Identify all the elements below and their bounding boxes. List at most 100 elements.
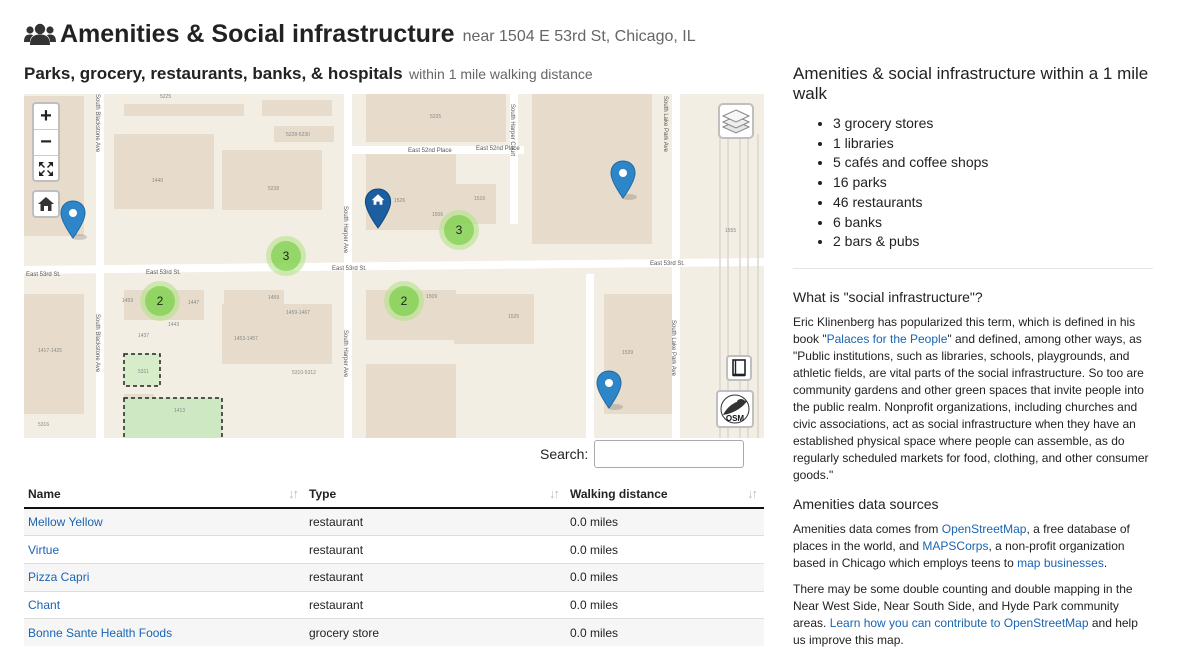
palaces-link[interactable]: Palaces for the People	[827, 332, 948, 346]
building-number: 5225	[430, 114, 441, 120]
street-label: East 53rd St.	[332, 266, 367, 272]
sources-heading: Amenities data sources	[793, 495, 939, 512]
zoom-in-button[interactable]: +	[34, 104, 58, 130]
cell-distance: 0.0 miles	[566, 618, 764, 647]
mapscorps-link[interactable]: MAPSCorps	[922, 539, 988, 553]
layers-button[interactable]	[718, 103, 754, 139]
street-label: South Harper Court	[509, 104, 515, 156]
marker-cluster[interactable]: 2	[384, 281, 424, 321]
column-header-type[interactable]: Type ↓↑	[305, 478, 566, 509]
column-header-name[interactable]: Name ↓↑	[24, 478, 305, 509]
search-input[interactable]	[594, 440, 745, 468]
page-title: Amenities & Social infrastructure	[60, 19, 455, 48]
list-item: 3 grocery stores	[833, 114, 1153, 134]
building-number: 1516	[474, 196, 485, 202]
zoom-controls: + −	[32, 102, 60, 182]
sort-icon: ↓↑	[747, 486, 758, 501]
cell-type: restaurant	[305, 562, 566, 592]
marker-cluster[interactable]: 3	[439, 210, 479, 250]
sidebar-heading: Amenities & social infrastructure within…	[793, 64, 1149, 103]
cell-type: restaurant	[305, 507, 566, 536]
street-label: South Blackstone Ave	[94, 94, 100, 153]
map-businesses-link[interactable]: map businesses	[1017, 556, 1104, 570]
users-icon	[24, 23, 56, 45]
building-number: 1459	[268, 295, 279, 301]
column-header-label: Type	[309, 486, 337, 501]
cell-type: restaurant	[305, 535, 566, 564]
building-number: 5238	[268, 186, 279, 192]
map-pin-icon[interactable]	[595, 370, 623, 410]
sort-icon: ↓↑	[288, 486, 299, 501]
home-location-pin-icon[interactable]	[363, 188, 393, 230]
amenity-link[interactable]: Chant	[28, 598, 60, 612]
list-item: 16 parks	[833, 173, 1153, 193]
contribute-osm-link[interactable]: Learn how you can contribute to OpenStre…	[830, 616, 1089, 630]
amenity-link[interactable]: Mellow Yellow	[28, 515, 103, 529]
list-item: 1 libraries	[833, 134, 1153, 154]
home-button[interactable]	[32, 190, 60, 218]
marker-cluster[interactable]: 3	[266, 236, 306, 276]
street-label: South Lake Park Ave	[670, 320, 676, 377]
page-header: Amenities & Social infrastructure near 1…	[24, 16, 696, 52]
table-row: Mellow Yellow restaurant 0.0 miles	[24, 507, 764, 536]
cell-type: restaurant	[305, 590, 566, 619]
fullscreen-button[interactable]	[34, 156, 58, 182]
street-label: South Harper Ave	[342, 206, 348, 254]
cell-name: Mellow Yellow	[24, 507, 305, 536]
street-label: South Blackstone Ave	[94, 314, 100, 373]
cell-name: Chant	[24, 590, 305, 619]
building-number: 5310-5312	[292, 370, 316, 376]
list-item: 46 restaurants	[833, 193, 1153, 213]
cell-distance: 0.0 miles	[566, 507, 764, 536]
amenity-link[interactable]: Virtue	[28, 543, 59, 557]
building-number: 5225	[160, 94, 171, 100]
map-section-heading: Parks, grocery, restaurants, banks, & ho…	[24, 64, 593, 84]
double-counting-paragraph: There may be some double counting and do…	[793, 581, 1153, 649]
openstreetmap-link[interactable]: OpenStreetMap	[942, 522, 1027, 536]
street-label: South Harper Ave	[342, 330, 348, 378]
building-number: 1459-1467	[286, 310, 310, 316]
sort-icon: ↓↑	[549, 486, 560, 501]
building-number: 1525	[508, 314, 519, 320]
building-number: 1413	[174, 408, 185, 414]
cluster-count: 3	[271, 241, 301, 271]
cell-distance: 0.0 miles	[566, 590, 764, 619]
building-number: 1437	[138, 333, 149, 339]
layers-icon	[722, 109, 750, 134]
amenity-counts-list: 3 grocery stores 1 libraries 5 cafés and…	[833, 114, 1153, 252]
building-number: 1440	[152, 178, 163, 184]
marker-cluster[interactable]: 2	[140, 281, 180, 321]
book-icon	[732, 359, 746, 377]
table-row: Chant restaurant 0.0 miles	[24, 590, 764, 619]
list-item: 6 banks	[833, 213, 1153, 233]
map-subheading: within 1 mile walking distance	[409, 66, 593, 82]
search-label: Search:	[540, 446, 589, 462]
map-pin-icon[interactable]	[609, 160, 637, 200]
zoom-out-button[interactable]: −	[34, 130, 58, 156]
home-icon	[38, 197, 54, 211]
building-number: 5316	[38, 422, 49, 428]
page-address: near 1504 E 53rd St, Chicago, IL	[462, 27, 696, 45]
street-label: East 52nd Place	[408, 148, 452, 154]
what-paragraph: Eric Klinenberg has popularized this ter…	[793, 314, 1153, 484]
amenity-link[interactable]: Bonne Sante Health Foods	[28, 626, 172, 640]
building-number: 5228-5230	[286, 132, 310, 138]
amenities-map[interactable]: East 53rd St. East 53rd St. East 53rd St…	[24, 94, 764, 438]
building-number: 1539	[622, 350, 633, 356]
street-label: South Lake Park Ave	[662, 96, 668, 153]
column-header-label: Walking distance	[570, 486, 668, 501]
amenity-link[interactable]: Pizza Capri	[28, 570, 89, 584]
legend-button[interactable]	[726, 355, 752, 381]
cell-distance: 0.0 miles	[566, 562, 764, 592]
table-row: Pizza Capri restaurant 0.0 miles	[24, 562, 764, 592]
column-header-distance[interactable]: Walking distance ↓↑	[566, 478, 764, 509]
list-item: 5 cafés and coffee shops	[833, 153, 1153, 173]
osm-button[interactable]: OSM	[716, 390, 754, 428]
map-pin-icon[interactable]	[59, 200, 87, 240]
cell-distance: 0.0 miles	[566, 535, 764, 564]
building-number: 1417-1425	[38, 348, 62, 354]
sidebar: Amenities & social infrastructure within…	[793, 64, 1153, 649]
map-heading: Parks, grocery, restaurants, banks, & ho…	[24, 64, 403, 83]
paragraph-text: " and defined, among other ways, as "Pub…	[793, 331, 1149, 482]
cell-name: Bonne Sante Health Foods	[24, 618, 305, 647]
